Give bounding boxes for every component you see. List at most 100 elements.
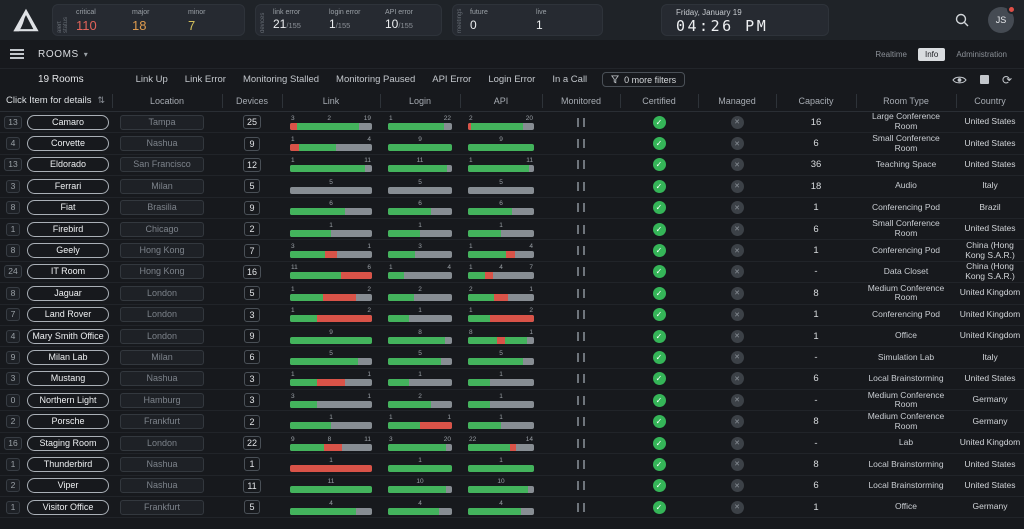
not-managed-icon: ✕ xyxy=(731,415,744,428)
tab-info[interactable]: Info xyxy=(918,48,945,61)
stat-major[interactable]: major 18 xyxy=(126,7,182,33)
api-status-bar: 1 xyxy=(460,390,542,410)
stat-link-error[interactable]: link error 21/155 xyxy=(267,7,323,33)
table-row[interactable]: 8 Geely Hong Kong 7 31 3 14 ✓ ✕ 1 Confer… xyxy=(0,240,1024,261)
room-name-button[interactable]: IT Room xyxy=(27,264,109,279)
filter-chips: Link Up Link Error Monitoring Stalled Mo… xyxy=(136,74,588,85)
filter-link-up[interactable]: Link Up xyxy=(136,74,168,85)
column-certified[interactable]: Certified xyxy=(620,96,698,106)
location-label: Nashua xyxy=(120,371,204,386)
table-row[interactable]: 13 Eldorado San Francisco 12 111 11 111 … xyxy=(0,155,1024,176)
monitoring-paused-icon xyxy=(577,353,585,362)
link-status-bar: 111 xyxy=(282,155,380,175)
stat-future-meetings[interactable]: future 0 xyxy=(464,7,530,33)
table-row[interactable]: 4 Corvette Nashua 9 14 9 9 ✓ ✕ 6 Small C… xyxy=(0,133,1024,154)
room-name-button[interactable]: Thunderbird xyxy=(27,457,109,472)
column-login[interactable]: Login xyxy=(380,96,460,106)
room-name-button[interactable]: Visitor Office xyxy=(27,500,109,515)
room-name-button[interactable]: Porsche xyxy=(27,414,109,429)
login-status-bar: 5 xyxy=(380,347,460,367)
room-name-button[interactable]: Firebird xyxy=(27,222,109,237)
filter-monitoring-stalled[interactable]: Monitoring Stalled xyxy=(243,74,319,85)
api-status-bar: 6 xyxy=(460,198,542,218)
table-row[interactable]: 2 Porsche Frankfurt 2 1 11 1 ✓ ✕ 8 Mediu… xyxy=(0,411,1024,432)
certified-check-icon: ✓ xyxy=(653,501,666,514)
column-monitored[interactable]: Monitored xyxy=(542,96,620,106)
room-name-button[interactable]: Northern Light xyxy=(27,393,109,408)
column-devices[interactable]: Devices xyxy=(222,96,282,106)
table-row[interactable]: 24 IT Room Hong Kong 16 116 14 147 ✓ ✕ -… xyxy=(0,262,1024,283)
location-label: Chicago xyxy=(120,222,204,237)
table-row[interactable]: 2 Viper Nashua 11 11 10 10 ✓ ✕ 6 Local B… xyxy=(0,476,1024,497)
column-country[interactable]: Country xyxy=(956,96,1024,106)
room-name-button[interactable]: Jaguar xyxy=(27,286,109,301)
room-name-button[interactable]: Ferrari xyxy=(27,179,109,194)
tab-administration[interactable]: Administration xyxy=(949,48,1014,61)
table-row[interactable]: 1 Thunderbird Nashua 1 1 1 1 ✓ ✕ 8 Local… xyxy=(0,454,1024,475)
avatar[interactable]: JS xyxy=(988,7,1014,33)
rooms-dropdown[interactable]: ROOMS ▾ xyxy=(38,49,88,60)
room-name-button[interactable]: Camaro xyxy=(27,115,109,130)
search-icon[interactable] xyxy=(954,12,970,28)
table-row[interactable]: 16 Staging Room London 22 9811 320 2214 … xyxy=(0,433,1024,454)
stat-login-error[interactable]: login error 1/155 xyxy=(323,7,379,33)
stat-api-error[interactable]: API error 10/155 xyxy=(379,7,435,33)
column-api[interactable]: API xyxy=(460,96,542,106)
country-label: Germany xyxy=(956,497,1024,517)
table-row[interactable]: 13 Camaro Tampa 25 3219 122 220 ✓ ✕ 16 L… xyxy=(0,112,1024,133)
stat-live-meetings[interactable]: live 1 xyxy=(530,7,596,33)
link-status-bar: 12 xyxy=(282,305,380,325)
table-row[interactable]: 1 Firebird Chicago 2 1 1 1 ✓ ✕ 6 Small C… xyxy=(0,219,1024,240)
stop-square-icon[interactable] xyxy=(980,75,989,84)
devices-count: 9 xyxy=(244,329,260,343)
room-type-label: Small Conference Room xyxy=(856,219,956,239)
api-error-value: 10/155 xyxy=(385,18,429,32)
not-managed-icon: ✕ xyxy=(731,437,744,450)
room-name-button[interactable]: Geely xyxy=(27,243,109,258)
table-row[interactable]: 3 Ferrari Milan 5 5 5 5 ✓ ✕ 18 Audio Ita… xyxy=(0,176,1024,197)
refresh-icon[interactable]: ⟳ xyxy=(1002,74,1012,86)
column-managed[interactable]: Managed xyxy=(698,96,776,106)
room-name-button[interactable]: Mary Smith Office xyxy=(27,329,109,344)
room-name-button[interactable]: Fiat xyxy=(27,200,109,215)
column-location[interactable]: Location xyxy=(112,96,222,106)
room-name-button[interactable]: Eldorado xyxy=(27,157,109,172)
devices-count: 2 xyxy=(244,222,260,236)
table-row[interactable]: 7 Land Rover London 3 12 1 12 ✓ ✕ 1 Conf… xyxy=(0,305,1024,326)
filter-login-error[interactable]: Login Error xyxy=(488,74,535,85)
column-link[interactable]: Link xyxy=(282,96,380,106)
room-name-button[interactable]: Milan Lab xyxy=(27,350,109,365)
column-click-item[interactable]: Click Item for details⇅ xyxy=(0,95,112,106)
room-name-button[interactable]: Mustang xyxy=(27,371,109,386)
table-row[interactable]: 4 Mary Smith Office London 9 9 8 81 ✓ ✕ … xyxy=(0,326,1024,347)
room-name-button[interactable]: Corvette xyxy=(27,136,109,151)
capacity-value: 1 xyxy=(776,305,856,325)
table-row[interactable]: 3 Mustang Nashua 3 11 1 1 ✓ ✕ 6 Local Br… xyxy=(0,369,1024,390)
filter-api-error[interactable]: API Error xyxy=(432,74,471,85)
filter-in-a-call[interactable]: In a Call xyxy=(552,74,587,85)
stat-minor[interactable]: minor 7 xyxy=(182,7,238,33)
devices-count: 1 xyxy=(244,457,260,471)
country-label: United States xyxy=(956,369,1024,389)
tab-realtime[interactable]: Realtime xyxy=(868,48,914,61)
more-filters-button[interactable]: 0 more filters xyxy=(602,72,685,87)
table-row[interactable]: 8 Fiat Brasilia 9 6 6 6 ✓ ✕ 1 Conferenci… xyxy=(0,198,1024,219)
room-name-button[interactable]: Land Rover xyxy=(27,307,109,322)
table-row[interactable]: 1 Visitor Office Frankfurt 5 4 4 4 ✓ ✕ 1… xyxy=(0,497,1024,518)
menu-icon[interactable] xyxy=(10,47,24,62)
column-room-type[interactable]: Room Type xyxy=(856,96,956,106)
link-status-bar: 12 xyxy=(282,283,380,303)
devices-count: 3 xyxy=(244,393,260,407)
capacity-value: 8 xyxy=(776,283,856,303)
filter-monitoring-paused[interactable]: Monitoring Paused xyxy=(336,74,415,85)
table-row[interactable]: 0 Northern Light Hamburg 3 31 2 1 ✓ ✕ - … xyxy=(0,390,1024,411)
room-name-button[interactable]: Viper xyxy=(27,478,109,493)
visibility-eye-icon[interactable] xyxy=(952,75,967,85)
table-row[interactable]: 8 Jaguar London 5 12 2 21 ✓ ✕ 8 Medium C… xyxy=(0,283,1024,304)
filter-link-error[interactable]: Link Error xyxy=(185,74,226,85)
stat-critical[interactable]: critical 110 xyxy=(70,7,126,33)
link-status-bar: 5 xyxy=(282,176,380,196)
room-name-button[interactable]: Staging Room xyxy=(27,436,109,451)
table-row[interactable]: 9 Milan Lab Milan 6 5 5 5 ✓ ✕ - Simulati… xyxy=(0,347,1024,368)
column-capacity[interactable]: Capacity xyxy=(776,96,856,106)
